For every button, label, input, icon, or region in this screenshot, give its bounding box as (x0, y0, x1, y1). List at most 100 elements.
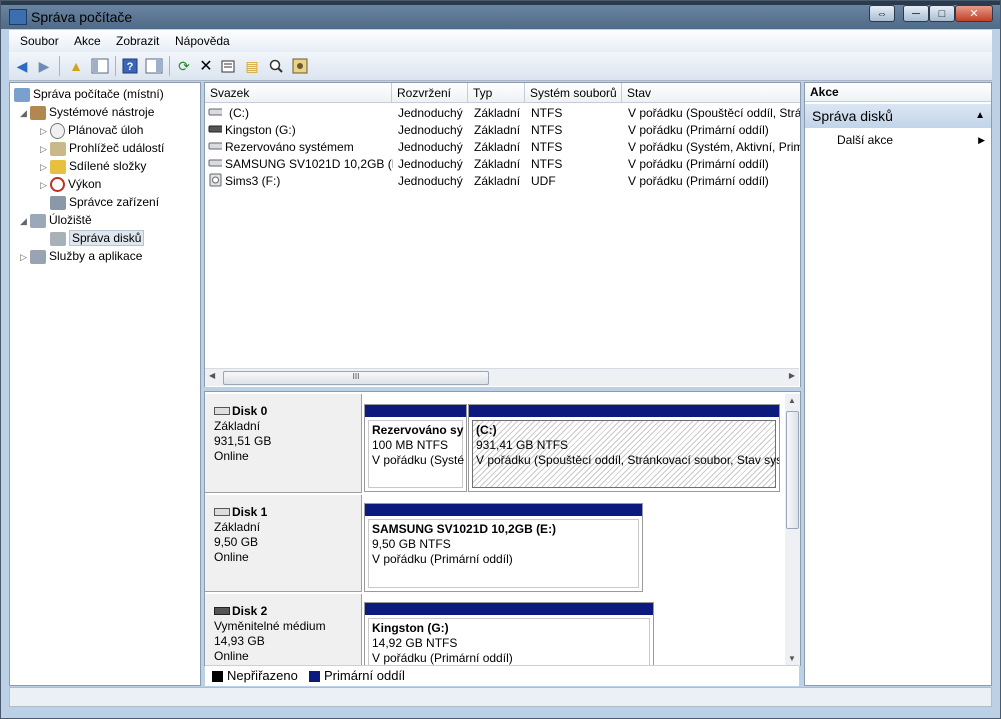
menu-zobrazit[interactable]: Zobrazit (116, 34, 159, 48)
device-manager-icon (50, 195, 66, 210)
event-viewer-icon (50, 141, 66, 156)
up-folder-icon[interactable]: ▲ (67, 57, 85, 75)
volume-list: Svazek Rozvržení Typ Systém souborů Stav… (204, 82, 801, 387)
computer-icon (14, 87, 30, 102)
column-header-filesystem[interactable]: Systém souborů (525, 83, 622, 103)
tree-item-system-tools[interactable]: ◢ Systémové nástroje (20, 103, 154, 121)
collapsed-arrow-icon[interactable]: ▷ (40, 176, 50, 194)
clock-icon (50, 122, 65, 139)
primary-partition-bar (365, 504, 642, 516)
volume-row[interactable]: (C:) Jednoduchý Základní NTFS V pořádku … (205, 105, 800, 122)
removable-drive-icon (208, 122, 222, 139)
action-more-actions[interactable]: Další akce ▶ (805, 131, 991, 149)
close-button[interactable]: ✕ (955, 5, 993, 22)
menu-napoveda[interactable]: Nápověda (175, 34, 230, 48)
column-header-volume[interactable]: Svazek (205, 83, 392, 103)
toolbar: ◀ ▶ ▲ ? ⟳ ✕ ▤ (9, 52, 992, 81)
column-header-type[interactable]: Typ (468, 83, 525, 103)
column-header-status[interactable]: Stav (622, 83, 800, 103)
legend-swatch-primary (309, 671, 320, 682)
refresh-icon[interactable]: ⟳ (175, 57, 193, 75)
disk-icon (214, 407, 230, 415)
services-icon (30, 249, 46, 264)
scroll-down-icon[interactable]: ▼ (788, 654, 796, 663)
column-header-layout[interactable]: Rozvržení (392, 83, 468, 103)
tree-item-storage[interactable]: ◢ Úložiště (20, 211, 92, 229)
volume-row[interactable]: SAMSUNG SV1021D 10,2GB (E:) Jednoduchý Z… (205, 156, 800, 173)
scroll-right-icon[interactable]: ▶ (789, 371, 795, 380)
hscroll-thumb[interactable]: III (223, 371, 489, 385)
scroll-left-icon[interactable]: ◀ (209, 371, 215, 380)
tree-item-computer-management[interactable]: Správa počítače (místní) (14, 85, 164, 103)
computer-management-icon (9, 9, 27, 25)
volume-list-hscrollbar[interactable]: ◀ III ▶ (205, 368, 799, 386)
vscroll-thumb[interactable] (786, 411, 799, 529)
cd-drive-icon (208, 173, 222, 192)
title-bar[interactable]: Správa počítače ⇔ ─ □ ✕ (1, 1, 1000, 29)
tree-item-event-viewer[interactable]: ▷ Prohlížeč událostí (40, 139, 164, 157)
submenu-arrow-icon: ▶ (978, 135, 985, 145)
disk-map-vscrollbar[interactable]: ▲ ▼ (785, 394, 800, 666)
expanded-arrow-icon[interactable]: ◢ (20, 104, 30, 122)
tree-item-shared-folders[interactable]: ▷ Sdílené složky (40, 157, 146, 175)
properties-icon[interactable] (219, 57, 237, 75)
collapse-up-icon[interactable]: ▲ (975, 104, 985, 128)
tree-item-task-scheduler[interactable]: ▷ Plánovač úloh (40, 121, 143, 139)
back-icon[interactable]: ◀ (13, 57, 31, 75)
performance-icon (50, 177, 65, 193)
actions-section-disk-management[interactable]: Správa disků ▲ (805, 104, 991, 128)
tree-item-performance[interactable]: ▷ Výkon (40, 175, 101, 193)
collapsed-arrow-icon[interactable]: ▷ (20, 248, 30, 266)
tree-item-device-manager[interactable]: Správce zařízení (40, 193, 159, 211)
settings-icon[interactable] (291, 57, 309, 75)
window-title: Správa počítače (31, 9, 133, 25)
primary-partition-bar (469, 405, 779, 417)
taskbar-strip (1, 1, 1000, 5)
disk-icon (214, 508, 230, 516)
minimize-button[interactable]: ─ (903, 5, 929, 22)
partition-reserved[interactable]: Rezervováno sy 100 MB NTFS V pořádku (Sy… (364, 404, 467, 492)
legend: Nepřiřazeno Primární oddíl (205, 665, 799, 686)
disk-0-label[interactable]: Disk 0 Základní 931,51 GB Online (205, 394, 362, 493)
help-icon[interactable]: ? (121, 57, 139, 75)
primary-partition-bar (365, 405, 466, 417)
partition-c[interactable]: (C:) 931,41 GB NTFS V pořádku (Spouštěcí… (468, 404, 780, 492)
removable-disk-icon (214, 607, 230, 615)
maximize-button[interactable]: □ (929, 5, 955, 22)
actions-header: Akce (805, 83, 991, 102)
collapsed-arrow-icon[interactable]: ▷ (40, 158, 50, 176)
search-icon[interactable] (267, 57, 285, 75)
partition-e[interactable]: SAMSUNG SV1021D 10,2GB (E:) 9,50 GB NTFS… (364, 503, 643, 592)
disk-1-label[interactable]: Disk 1 Základní 9,50 GB Online (205, 495, 362, 592)
status-bar (9, 687, 992, 707)
open-folder-icon[interactable]: ▤ (243, 57, 261, 75)
legend-label-primary: Primární oddíl (324, 668, 405, 683)
tree-item-disk-management[interactable]: Správa disků (40, 229, 145, 247)
show-tree-icon[interactable] (91, 57, 109, 75)
volume-row[interactable]: Kingston (G:) Jednoduchý Základní NTFS V… (205, 122, 800, 139)
expanded-arrow-icon[interactable]: ◢ (20, 212, 30, 230)
collapsed-arrow-icon[interactable]: ▷ (40, 122, 50, 140)
scroll-up-icon[interactable]: ▲ (788, 396, 796, 405)
disk-map: Disk 0 Základní 931,51 GB Online Rezervo… (204, 391, 801, 666)
drive-icon (208, 139, 222, 156)
menu-soubor[interactable]: Soubor (20, 34, 59, 48)
disk-2-label[interactable]: Disk 2 Vyměnitelné médium 14,93 GB Onlin… (205, 594, 362, 666)
primary-partition-bar (365, 603, 653, 615)
volume-row[interactable]: Sims3 (F:) Jednoduchý Základní UDF V poř… (205, 173, 800, 192)
show-action-pane-icon[interactable] (145, 57, 163, 75)
tree-item-services-apps[interactable]: ▷ Služby a aplikace (20, 247, 142, 265)
drive-icon (208, 156, 222, 173)
forward-icon[interactable]: ▶ (35, 57, 53, 75)
collapsed-arrow-icon[interactable]: ▷ (40, 140, 50, 158)
tools-icon (30, 105, 46, 120)
menu-bar: Soubor Akce Zobrazit Nápověda (9, 30, 992, 53)
restore-size-button[interactable]: ⇔ (869, 5, 895, 22)
delete-icon[interactable]: ✕ (197, 57, 215, 75)
volume-row[interactable]: Rezervováno systémem Jednoduchý Základní… (205, 139, 800, 156)
storage-icon (30, 213, 46, 228)
partition-g[interactable]: Kingston (G:) 14,92 GB NTFS V pořádku (P… (364, 602, 654, 666)
toolbar-separator (115, 56, 116, 76)
actions-pane: Akce Správa disků ▲ Další akce ▶ (804, 82, 992, 686)
menu-akce[interactable]: Akce (74, 34, 101, 48)
